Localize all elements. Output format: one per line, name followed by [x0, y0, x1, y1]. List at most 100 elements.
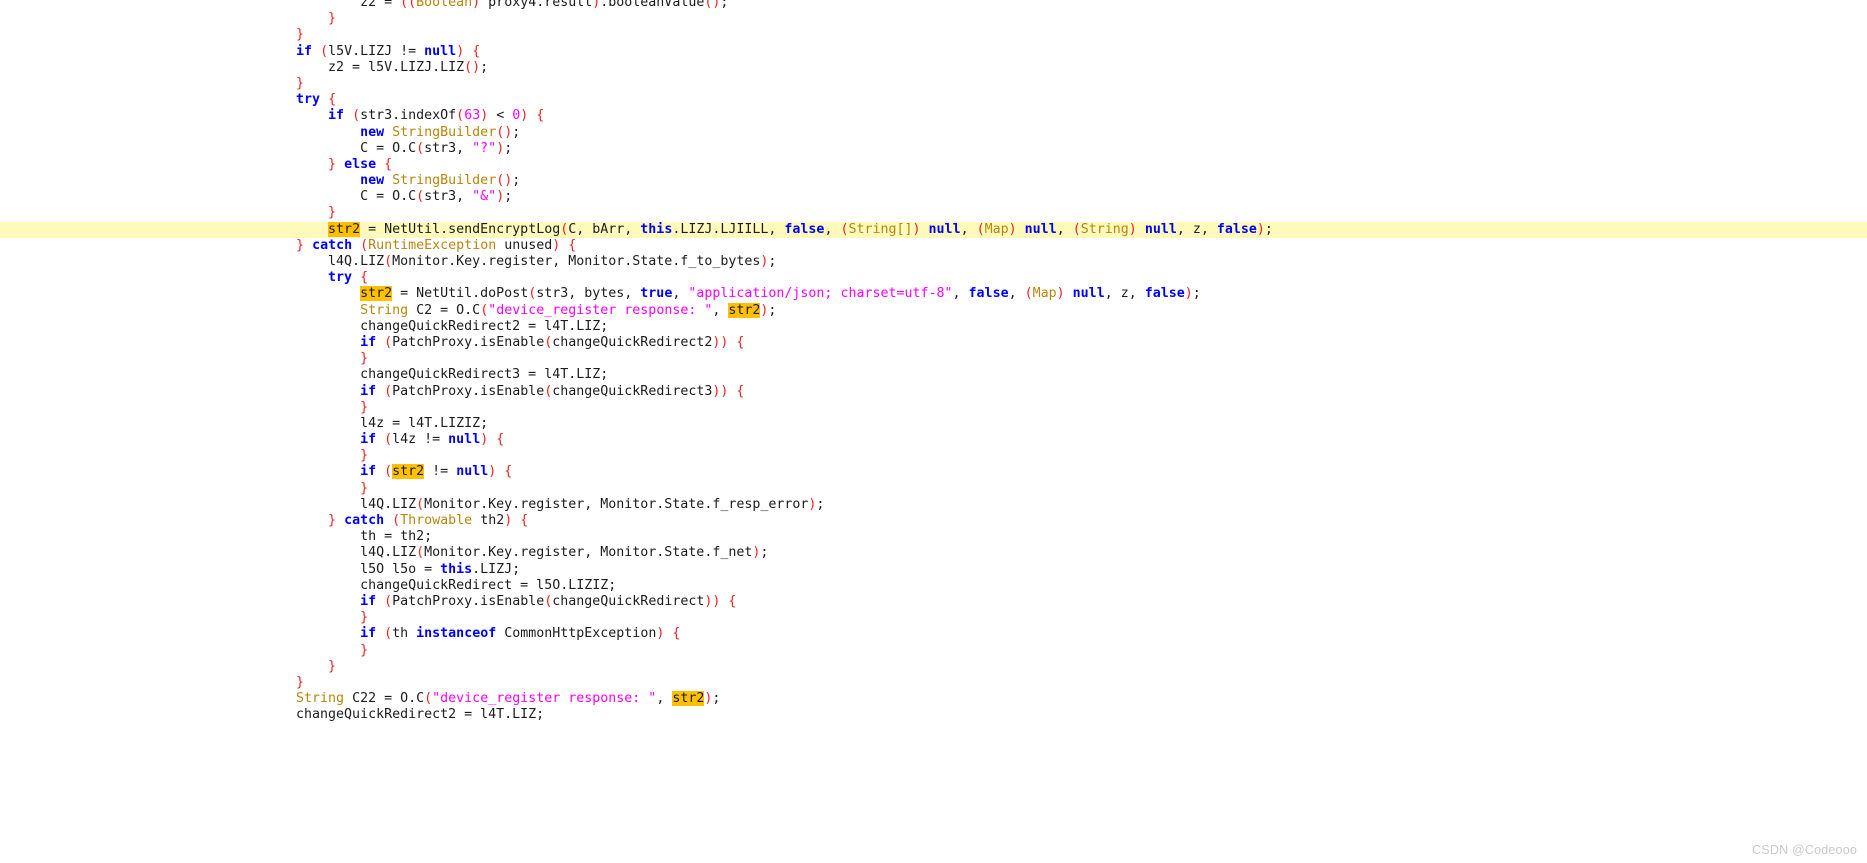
code-line[interactable]: if (PatchProxy.isEnable(changeQuickRedir… [0, 335, 1867, 351]
code-line[interactable]: str2 = NetUtil.doPost (str3, bytes, true,… [0, 286, 1867, 302]
code-token: ( [384, 626, 393, 642]
code-token: ( [456, 108, 465, 124]
code-line[interactable]: } [0, 11, 1867, 27]
code-line[interactable]: if (th instanceof CommonHttpException) { [0, 626, 1867, 642]
code-token: try [328, 270, 353, 286]
code-token: try [296, 92, 321, 108]
code-line[interactable]: } [0, 400, 1867, 416]
code-line[interactable]: String C22 = O.C("device_register respon… [0, 691, 1867, 707]
code-line[interactable]: if (l5V.LIZJ != null) { [0, 44, 1867, 60]
code-token: "?" [472, 140, 497, 156]
code-line[interactable]: z2 = l5V.LIZJ.LIZ(); [0, 60, 1867, 76]
code-token: ( [416, 496, 425, 512]
code-line[interactable]: } catch (RuntimeException unused) { [0, 238, 1867, 254]
code-line[interactable]: } [0, 643, 1867, 659]
code-line[interactable]: } [0, 675, 1867, 691]
code-token: if [360, 593, 377, 609]
code-line[interactable]: str2 = NetUtil.sendEncryptLog (C, bArr, t… [0, 221, 1867, 238]
code-line[interactable]: } [0, 448, 1867, 464]
code-line[interactable]: changeQuickRedirect = l5O.LIZIZ; [0, 578, 1867, 594]
code-token: ) [912, 221, 921, 237]
code-token: changeQuickRedirect [552, 593, 705, 609]
code-token: Throwable [400, 513, 473, 528]
code-token: z2 = l5V.LIZJ.LIZ [264, 59, 465, 75]
code-line[interactable]: } [0, 351, 1867, 367]
code-token: C = O.C [264, 189, 417, 205]
code-token: if [296, 43, 313, 59]
code-line[interactable]: l4Q.LIZ(Monitor.Key.register, Monitor.St… [0, 545, 1867, 561]
code-line[interactable]: changeQuickRedirect2 = l4T.LIZ; [0, 707, 1867, 723]
code-token: } [296, 27, 305, 43]
code-line[interactable]: if (PatchProxy.isEnable(changeQuickRedir… [0, 384, 1867, 400]
code-line[interactable]: new StringBuilder(); [0, 173, 1867, 189]
code-token: } [360, 480, 369, 496]
code-line[interactable]: if (str2 != null) { [0, 464, 1867, 480]
code-line[interactable]: l4Q.LIZ(Monitor.Key.register, Monitor.St… [0, 254, 1867, 270]
code-token: Boolean [416, 0, 473, 10]
code-line[interactable]: changeQuickRedirect2 = l4T.LIZ; [0, 319, 1867, 335]
code-line[interactable]: } [0, 205, 1867, 221]
code-token: "device_register response: " [432, 691, 657, 707]
code-line[interactable]: try { [0, 270, 1867, 286]
code-line[interactable]: if (l4z != null) { [0, 432, 1867, 448]
code-token: if [360, 626, 377, 642]
code-viewer[interactable]: z2 = ((Boolean) proxy4.result).booleanVa… [0, 0, 1867, 863]
search-match-token: str2 [672, 691, 705, 707]
code-token: String[] [848, 221, 913, 237]
code-token: null [1024, 221, 1057, 237]
code-token: ; [480, 59, 489, 75]
code-token: { [384, 156, 393, 172]
code-line[interactable]: } else { [0, 157, 1867, 173]
code-token: , [712, 302, 729, 318]
code-token: ) { [456, 43, 481, 59]
code-token: () [464, 59, 481, 75]
code-line[interactable]: if (PatchProxy.isEnable(changeQuickRedir… [0, 594, 1867, 610]
code-token: instanceof [416, 626, 497, 642]
code-token: ( [416, 189, 425, 205]
search-match-token: str2 [360, 286, 393, 302]
code-line[interactable]: try { [0, 92, 1867, 108]
code-line[interactable]: } catch (Throwable th2) { [0, 513, 1867, 529]
code-token: l4Q.LIZ [264, 545, 417, 561]
code-token: ; [504, 189, 513, 205]
code-line[interactable]: l4z = l4T.LIZIZ; [0, 416, 1867, 432]
code-token: ) { [480, 432, 505, 448]
code-token: l5V.LIZJ != [328, 43, 425, 59]
code-line[interactable]: } [0, 610, 1867, 626]
code-line[interactable]: th = th2; [0, 529, 1867, 545]
code-line[interactable]: } [0, 659, 1867, 675]
code-token: if [360, 383, 377, 399]
code-line[interactable]: } [0, 27, 1867, 43]
code-line[interactable]: } [0, 76, 1867, 92]
code-line[interactable]: String C2 = O.C("device_register respons… [0, 302, 1867, 319]
code-line[interactable]: l5O l5o = this.LIZJ; [0, 562, 1867, 578]
code-line[interactable]: new StringBuilder(); [0, 125, 1867, 141]
code-token: ( [320, 43, 329, 59]
code-line[interactable]: if (str3.indexOf(63) < 0) { [0, 108, 1867, 124]
code-line[interactable]: C = O.C(str3, "&"); [0, 189, 1867, 205]
code-line[interactable]: } [0, 481, 1867, 497]
code-token: ; [712, 691, 721, 707]
code-token: Map [984, 221, 1009, 237]
code-line[interactable]: C = O.C(str3, "?"); [0, 141, 1867, 157]
code-token: } [328, 205, 337, 221]
code-line[interactable]: z2 = ((Boolean) proxy4.result).booleanVa… [0, 0, 1867, 11]
code-line[interactable]: l4Q.LIZ(Monitor.Key.register, Monitor.St… [0, 497, 1867, 513]
code-token: != [424, 464, 457, 480]
code-line[interactable]: changeQuickRedirect3 = l4T.LIZ; [0, 367, 1867, 383]
